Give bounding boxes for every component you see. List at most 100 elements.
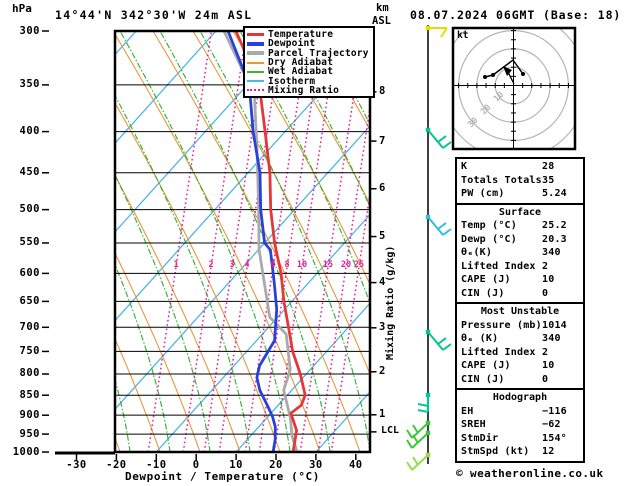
- stats-row-value: 25.2: [542, 220, 567, 231]
- stats-row-value: 154°: [542, 432, 567, 444]
- legend-item: Mixing Ratio: [245, 86, 373, 95]
- wind-barb-glyph: [406, 454, 429, 471]
- x-axis-title: Dewpoint / Temperature (°C): [124, 470, 320, 483]
- legend-swatch-thin: [247, 61, 264, 64]
- legend-swatch-thin: [247, 80, 264, 83]
- stats-row-value: −116: [542, 405, 567, 417]
- stats-row: Lifted Index 2: [457, 260, 583, 274]
- stats-row-label: CIN (J): [461, 373, 505, 385]
- wind-barb-glyph: [417, 395, 429, 413]
- stats-row-value: 35: [542, 174, 555, 186]
- stats-row: StmSpd (kt) 12: [457, 445, 583, 459]
- stats-row-value: 0: [542, 287, 549, 299]
- pressure-tick-label: 500: [19, 203, 40, 216]
- wind-barb: [425, 214, 452, 236]
- stats-row-value: 10: [542, 360, 555, 371]
- stats-row: PW (cm) 5.24: [457, 187, 583, 201]
- wind-barb: [425, 127, 452, 149]
- km-tick-label: 6: [379, 182, 386, 195]
- stats-row: Dewp (°C) 20.3: [457, 233, 583, 247]
- skewt-sounding-app: 10 20 30 hPa 14°44'N 342°30'W 24m ASL 08.0…: [0, 0, 629, 486]
- wind-barb-marker: [425, 329, 431, 335]
- legend-label: Wet Adiabat: [268, 66, 334, 78]
- wind-barb-glyph: [428, 27, 448, 38]
- stats-row-label: PW (cm): [461, 188, 505, 199]
- stats-row: EH −116: [457, 405, 583, 419]
- hodograph-trace-dot: [521, 72, 525, 76]
- stats-section: Surface Temp (°C) 25.2 Dewp (°C) 20.3 θₑ(K) 34…: [457, 202, 583, 303]
- stats-row-value: 340: [542, 333, 561, 344]
- stats-row-label: θₑ(K): [461, 247, 493, 258]
- legend-label: Mixing Ratio: [268, 84, 340, 96]
- altitude-axis-unit-km: km: [376, 2, 389, 14]
- stats-row-label: StmDir: [461, 432, 499, 444]
- mixing-ratio-value-label: 25: [353, 260, 365, 270]
- pressure-tick-label: 850: [19, 388, 40, 401]
- wind-barb-marker: [425, 214, 431, 220]
- pressure-tick-label: 350: [19, 78, 40, 91]
- pressure-tick-label: 450: [19, 166, 40, 179]
- wind-barb: [425, 329, 452, 351]
- km-tick-label: 4: [379, 276, 386, 289]
- legend-swatch-dotted: [247, 89, 264, 92]
- stats-panel: K 28 Totals Totals 35 PW (cm) 5.24 Surface Temp…: [455, 157, 585, 463]
- wind-barb-glyph: [427, 216, 452, 236]
- wind-barb-marker: [425, 392, 431, 398]
- wind-barb-marker: [425, 420, 431, 426]
- legend-swatch-thick: [247, 51, 264, 55]
- stats-row-label: Totals Totals: [461, 174, 542, 186]
- station-title: 14°44'N 342°30'W 24m ASL: [55, 8, 253, 22]
- km-tick-label: 7: [379, 134, 386, 147]
- mixing-ratio-value-label: 10: [296, 260, 308, 270]
- temperature-tick-label: -20: [106, 459, 127, 471]
- stats-row-label: CAPE (J): [461, 274, 511, 285]
- km-tick-label: 8: [379, 85, 386, 98]
- stats-row-value: 2: [542, 260, 549, 272]
- stats-section: Hodograph EH −116 SREH −62 StmDir 154° StmSpd (…: [457, 388, 583, 461]
- pressure-tick-label: 1000: [12, 445, 40, 458]
- mixing-ratio-value-label: 15: [322, 260, 334, 270]
- wet-adiabat-line: [115, 94, 251, 452]
- stats-row-value: 340: [542, 247, 561, 258]
- stats-section: K 28 Totals Totals 35 PW (cm) 5.24: [457, 159, 583, 203]
- stats-row-label: Pressure (mb): [461, 319, 542, 331]
- stats-row: SREH −62: [457, 418, 583, 432]
- pressure-tick-label: 950: [19, 427, 40, 440]
- stats-row-label: EH: [461, 405, 474, 417]
- stats-row: CIN (J) 0: [457, 373, 583, 387]
- stats-row: Pressure (mb) 1014: [457, 319, 583, 333]
- lcl-label: LCL: [381, 425, 400, 436]
- temperature-tick-label: 0: [192, 459, 200, 471]
- pressure-tick-label: 700: [19, 320, 40, 333]
- mixing-ratio-value-label: 4: [244, 260, 250, 270]
- mixing-ratio-value-label: 1: [173, 260, 179, 270]
- pressure-tick-label: 550: [19, 236, 40, 249]
- temperature-tick-label: 30: [309, 459, 323, 471]
- wet-adiabat-line: [115, 173, 211, 452]
- pressure-tick-label: 900: [19, 408, 40, 421]
- wind-barb-glyph: [427, 129, 452, 149]
- temperature-tick-label: 40: [348, 459, 363, 471]
- stats-row-label: SREH: [461, 419, 486, 430]
- stats-row: Totals Totals 35: [457, 174, 583, 188]
- stats-section-title: Hodograph: [492, 392, 548, 403]
- legend-swatch-thick: [247, 32, 264, 37]
- legend-box: Temperature Dewpoint Parcel Trajectory Dry …: [243, 26, 375, 99]
- stats-section-title: Most Unstable: [480, 306, 560, 317]
- temperature-tick-label: 20: [269, 459, 283, 471]
- mixing-ratio-line: [147, 31, 213, 452]
- km-tick-label: 3: [379, 321, 386, 334]
- stats-row: CAPE (J) 10: [457, 359, 583, 373]
- stats-row-value: 2: [542, 346, 549, 358]
- wind-barb-marker: [425, 127, 431, 133]
- pressure-tick-label: 400: [19, 125, 40, 138]
- stats-row: CAPE (J) 10: [457, 273, 583, 287]
- wind-barb-marker: [425, 25, 431, 31]
- stats-row: θₑ (K) 340: [457, 332, 583, 346]
- hodograph-trace-dot: [491, 73, 495, 77]
- temperature-tick-label: 10: [229, 459, 243, 471]
- stats-row-label: CAPE (J): [461, 360, 511, 371]
- stats-section-title: Surface: [498, 206, 542, 218]
- wind-barb: [425, 25, 448, 38]
- km-tick-label: 5: [379, 230, 386, 243]
